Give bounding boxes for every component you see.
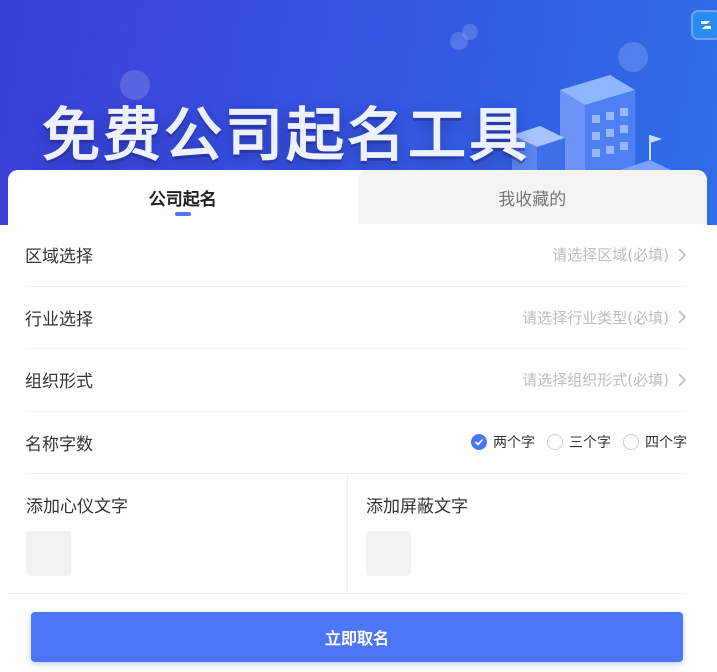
region-select-row[interactable]: 区域选择 请选择区域(必填)	[25, 224, 687, 287]
add-preferred-label: 添加心仪文字	[26, 497, 128, 517]
industry-select-row[interactable]: 行业选择 请选择行业类型(必填)	[25, 287, 687, 349]
chevron-right-icon	[678, 373, 687, 387]
tab-label: 公司起名	[148, 189, 217, 210]
app-logo-icon[interactable]	[693, 12, 717, 38]
active-tab-indicator	[174, 212, 191, 216]
tab-bar: 公司起名 我收藏的	[8, 170, 707, 224]
add-blocked-words: 添加屏蔽文字	[347, 474, 687, 593]
chevron-right-icon	[678, 310, 687, 324]
industry-placeholder: 请选择行业类型(必填)	[522, 308, 669, 327]
tab-label: 我收藏的	[498, 189, 567, 210]
organization-placeholder: 请选择组织形式(必填)	[522, 371, 669, 390]
name-length-label: 名称字数	[25, 434, 93, 455]
add-blocked-button[interactable]	[366, 531, 411, 576]
add-preferred-words: 添加心仪文字	[8, 474, 347, 593]
radio-label: 两个字	[493, 435, 535, 452]
region-placeholder: 请选择区域(必填)	[552, 246, 669, 265]
add-preferred-button[interactable]	[26, 531, 71, 576]
generate-name-button[interactable]: 立即取名	[31, 612, 683, 662]
organization-label: 组织形式	[25, 372, 93, 393]
add-words-section: 添加心仪文字 添加屏蔽文字	[8, 474, 687, 594]
add-blocked-label: 添加屏蔽文字	[366, 497, 468, 517]
form-card: 公司起名 我收藏的 区域选择 请选择区域(必填) 行业选择 请选择行业类型(必填…	[8, 170, 707, 672]
decor-bubble	[462, 24, 478, 40]
name-length-row: 名称字数 两个字 三个字 四个字	[25, 412, 687, 474]
radio-four-chars[interactable]: 四个字	[623, 432, 687, 452]
radio-label: 三个字	[569, 435, 611, 452]
tab-company-naming[interactable]: 公司起名	[8, 170, 358, 224]
chevron-right-icon	[678, 248, 687, 262]
organization-select-row[interactable]: 组织形式 请选择组织形式(必填)	[25, 349, 687, 412]
radio-unchecked-icon	[623, 434, 639, 451]
industry-label: 行业选择	[25, 309, 93, 330]
radio-label: 四个字	[645, 435, 687, 452]
region-label: 区域选择	[25, 247, 93, 268]
tab-my-favorites[interactable]: 我收藏的	[357, 170, 707, 224]
radio-checked-icon	[471, 434, 487, 451]
banner-title: 免费公司起名工具	[42, 101, 531, 169]
name-length-radio-group: 两个字 三个字 四个字	[459, 432, 687, 452]
radio-two-chars[interactable]: 两个字	[471, 432, 535, 452]
radio-three-chars[interactable]: 三个字	[547, 432, 611, 452]
radio-unchecked-icon	[547, 434, 563, 451]
